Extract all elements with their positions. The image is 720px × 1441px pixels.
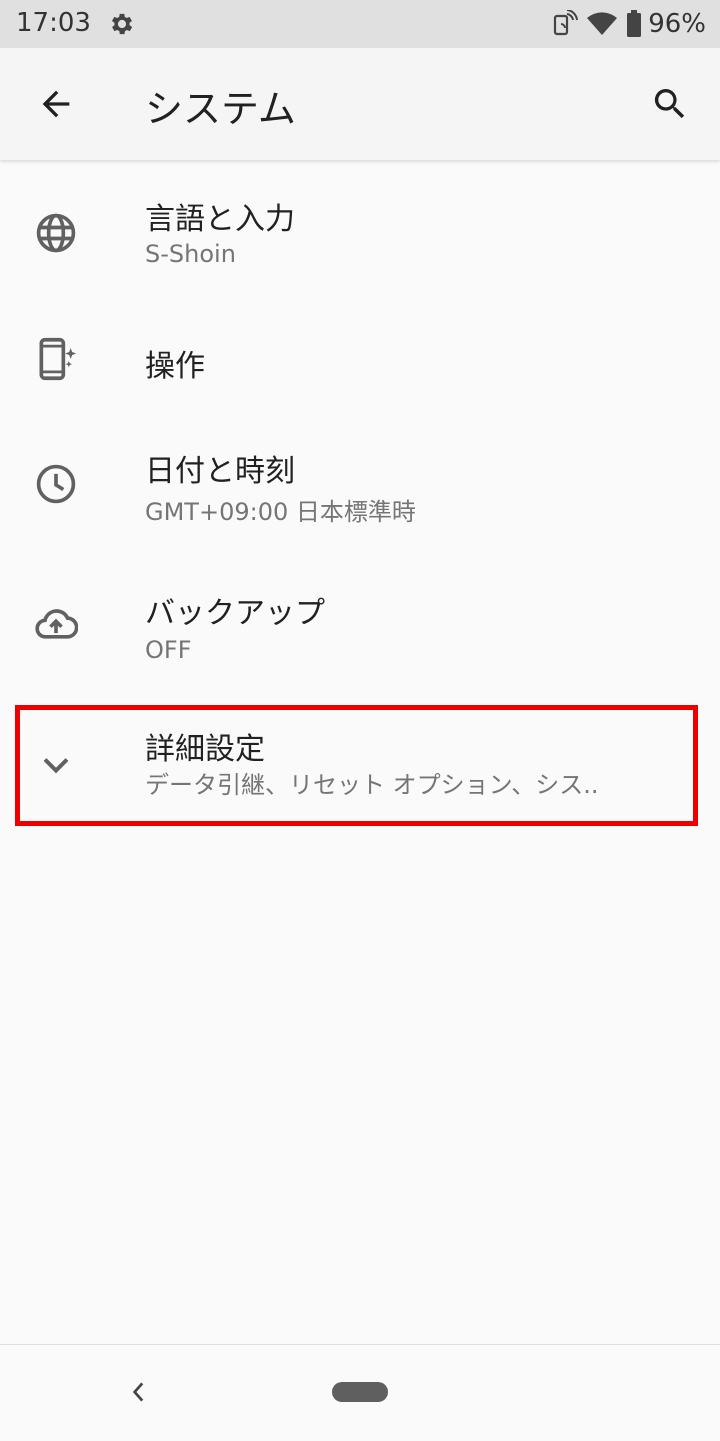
settings-item-date-time[interactable]: 日付と時刻 GMT+09:00 日本標準時	[0, 412, 720, 558]
navigation-bar	[0, 1344, 720, 1441]
nfc-icon	[554, 10, 579, 36]
battery-percent: 96%	[648, 9, 706, 39]
highlight-box	[15, 705, 698, 826]
settings-item-label: バックアップ	[145, 596, 325, 631]
app-bar: システム	[0, 48, 720, 160]
settings-item-label: 日付と時刻	[145, 454, 295, 489]
settings-item-label: 操作	[145, 349, 205, 384]
status-time: 17:03	[16, 8, 91, 38]
back-arrow-icon[interactable]	[36, 84, 76, 124]
status-bar: 17:03 96%	[0, 0, 720, 48]
settings-item-gestures[interactable]: 操作	[0, 306, 720, 412]
status-icons: 96%	[544, 6, 706, 42]
settings-item-label: 言語と入力	[145, 202, 295, 237]
settings-item-summary: S-Shoin	[145, 240, 236, 268]
settings-item-summary: OFF	[145, 636, 192, 664]
wifi-icon	[587, 12, 618, 35]
battery-icon	[627, 10, 642, 37]
settings-item-backup[interactable]: バックアップ OFF	[0, 558, 720, 702]
settings-item-language-input[interactable]: 言語と入力 S-Shoin	[0, 160, 720, 306]
settings-item-summary: GMT+09:00 日本標準時	[145, 498, 416, 526]
search-icon[interactable]	[650, 84, 690, 124]
globe-icon	[36, 213, 76, 253]
phone-gesture-icon	[39, 337, 77, 381]
clock-icon	[36, 464, 76, 504]
page-title: システム	[145, 87, 296, 131]
nav-back-icon[interactable]	[126, 1379, 152, 1405]
cloud-upload-icon	[35, 609, 78, 639]
settings-gear-icon	[111, 13, 133, 35]
home-button[interactable]	[332, 1382, 388, 1402]
